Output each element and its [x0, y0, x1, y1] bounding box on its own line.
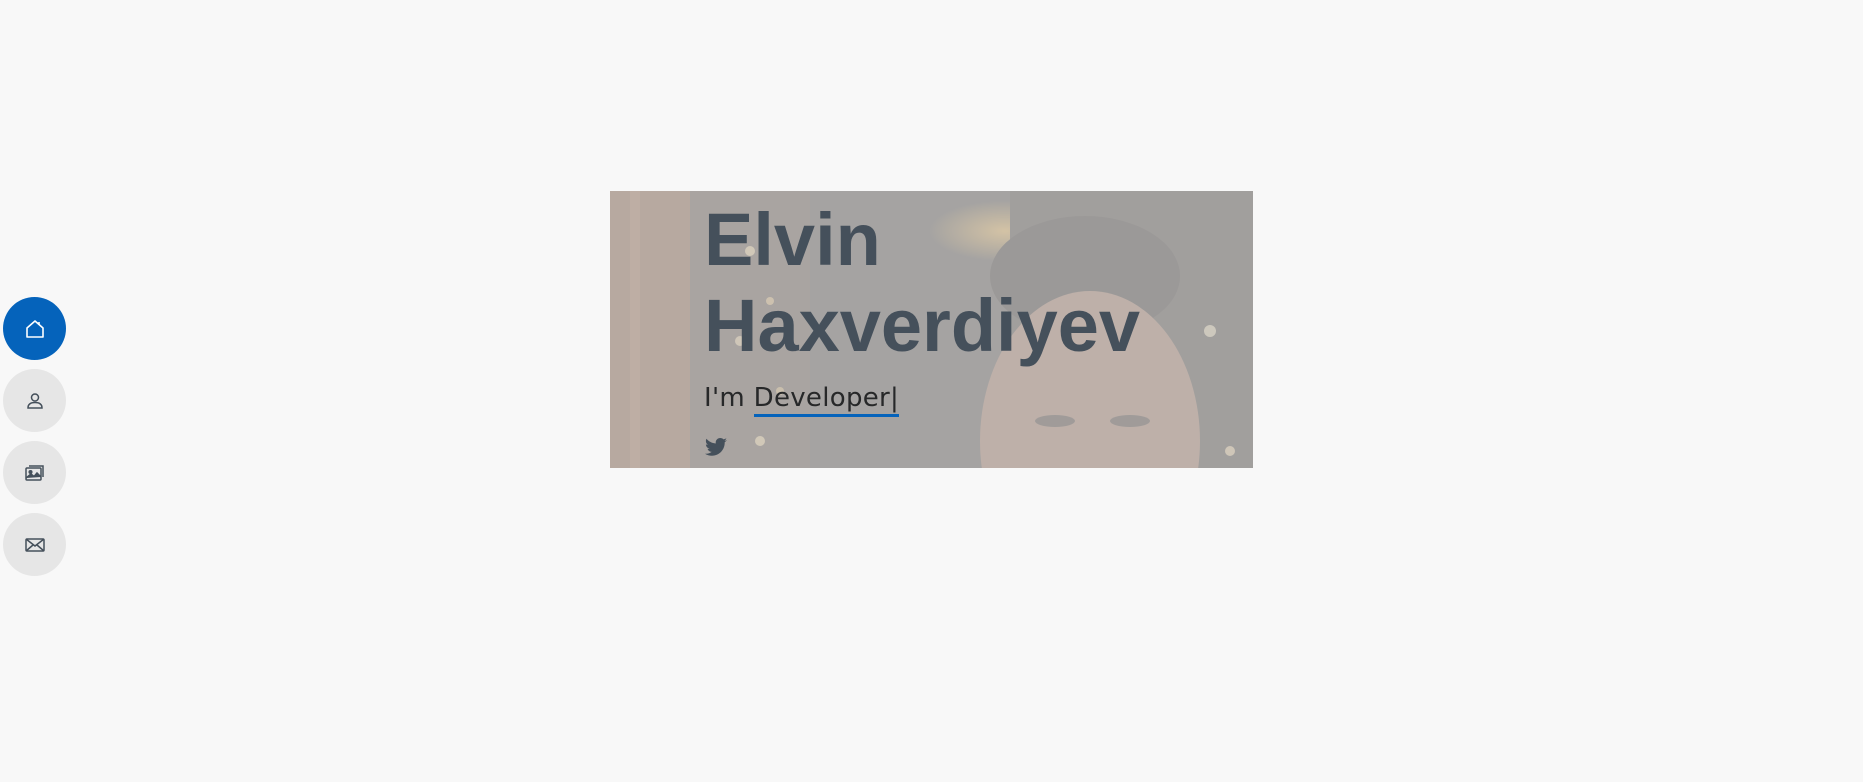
twitter-link[interactable]	[704, 435, 728, 459]
hero-content: Elvin Haxverdiyev I'm Developer|	[704, 197, 1164, 459]
nav-home-button[interactable]	[3, 297, 66, 360]
envelope-icon	[24, 537, 45, 552]
hero-prefix: I'm	[704, 383, 746, 413]
typed-text: Developer|	[753, 383, 900, 417]
home-icon	[25, 319, 44, 338]
side-navigation	[3, 297, 66, 576]
typed-cursor: |	[890, 383, 900, 413]
hero-name: Elvin Haxverdiyev	[704, 197, 1164, 369]
hero-subtitle: I'm Developer|	[704, 383, 1164, 417]
images-icon	[24, 464, 44, 481]
hero-last-name: Haxverdiyev	[704, 284, 1141, 367]
person-icon	[26, 392, 43, 409]
nav-about-button[interactable]	[3, 369, 66, 432]
nav-contact-button[interactable]	[3, 513, 66, 576]
hero-first-name: Elvin	[704, 198, 881, 281]
hero-section: Elvin Haxverdiyev I'm Developer|	[610, 191, 1253, 468]
typed-word: Developer	[753, 383, 891, 413]
nav-portfolio-button[interactable]	[3, 441, 66, 504]
twitter-icon	[705, 438, 727, 456]
